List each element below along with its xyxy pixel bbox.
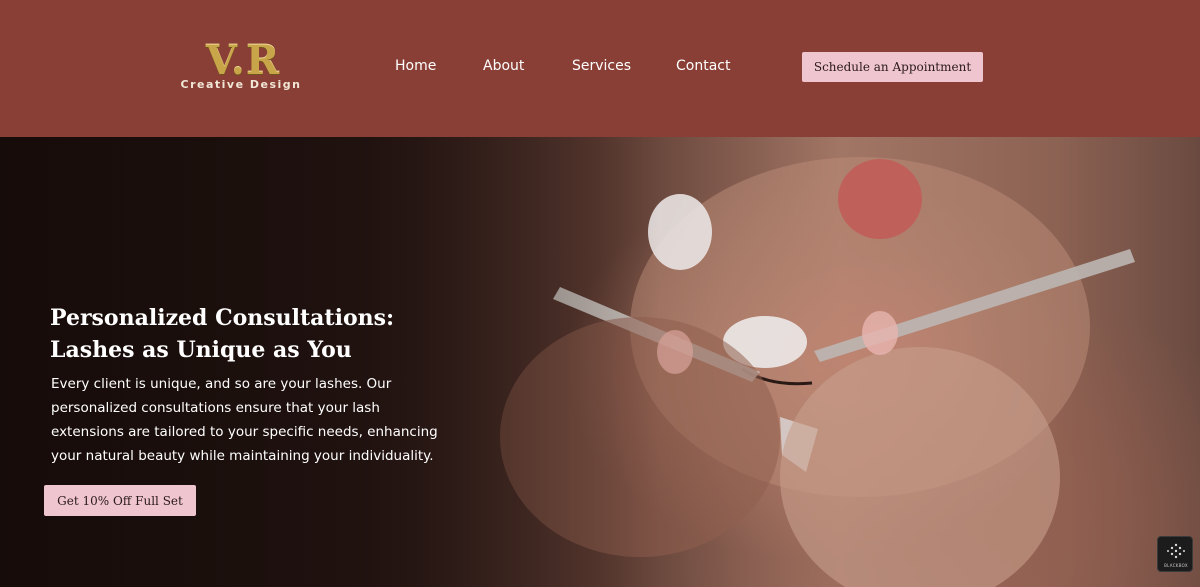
hero-title: Personalized Consultations: Lashes as Un… — [50, 305, 395, 363]
nav-link-contact[interactable]: Contact — [676, 58, 730, 74]
blackbox-label: BLACKBOX — [1164, 563, 1188, 568]
blackbox-widget[interactable]: BLACKBOX — [1157, 536, 1193, 572]
site-header: V.R Creative Design Home About Services … — [0, 0, 1200, 137]
schedule-appointment-button[interactable]: Schedule an Appointment — [802, 52, 983, 82]
nav-link-services[interactable]: Services — [572, 58, 631, 74]
nav-link-home[interactable]: Home — [395, 58, 436, 74]
logo-subtitle: Creative Design — [180, 78, 302, 91]
main-nav: Home About Services Contact — [0, 58, 1200, 78]
hero-description: Every client is unique, and so are your … — [51, 376, 438, 464]
discount-offer-button[interactable]: Get 10% Off Full Set — [44, 485, 196, 516]
nav-link-about[interactable]: About — [483, 58, 524, 74]
blackbox-icon — [1167, 543, 1185, 559]
hero-section: Personalized Consultations: Lashes as Un… — [0, 137, 1200, 587]
